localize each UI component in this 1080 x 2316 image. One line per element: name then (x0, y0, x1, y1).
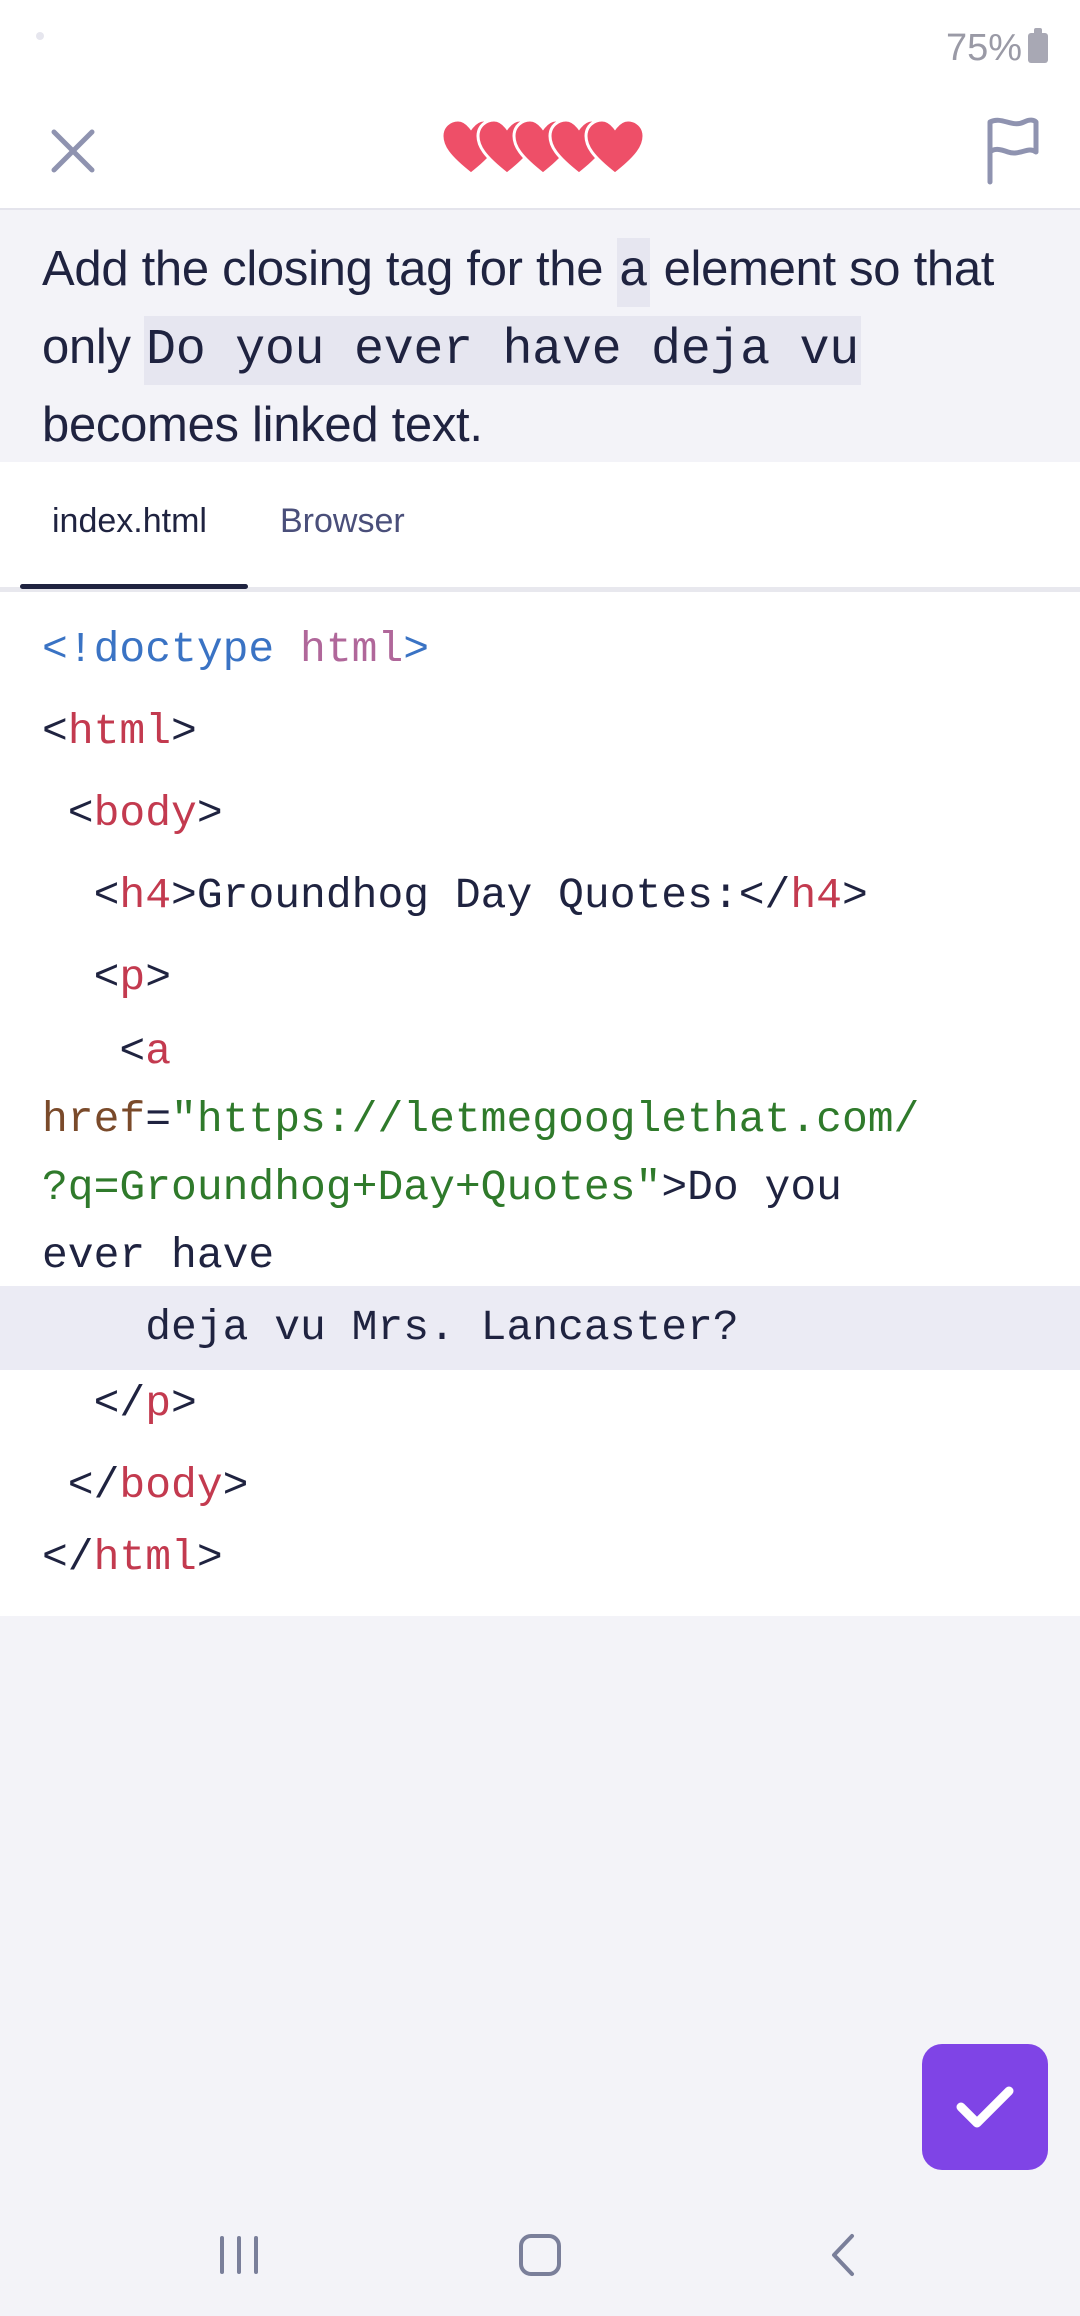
report-flag-button[interactable] (978, 114, 1044, 186)
task-instructions: Add the closing tag for the a element so… (0, 210, 1080, 462)
tab-index-html[interactable]: index.html (20, 502, 239, 592)
recent-apps-button[interactable] (206, 2222, 272, 2288)
bracket-token: < (42, 789, 94, 838)
bracket-token: < (42, 953, 120, 1002)
bracket-token: > (222, 1461, 249, 1510)
tag-token: p (119, 953, 146, 1002)
bracket-token: < (42, 1027, 146, 1076)
inline-code-a: a (616, 238, 651, 307)
code-line: <a (42, 1018, 171, 1086)
file-tabs: index.html Browser (0, 462, 1080, 592)
bracket-token: </ (42, 1379, 146, 1428)
tag-token: body (119, 1461, 223, 1510)
bracket-token: </ (42, 1533, 94, 1582)
bracket-token: > (171, 707, 197, 756)
text-token: ever have (42, 1231, 275, 1280)
status-bar: 75% (0, 0, 1080, 96)
code-line: <html> (42, 698, 197, 766)
text-token: >Groundhog Day Quotes:</ (171, 871, 791, 920)
equals-token: = (145, 1095, 172, 1144)
active-tab-indicator (20, 584, 248, 589)
close-icon (51, 129, 95, 173)
bracket-token: > (841, 871, 868, 920)
check-icon (956, 2086, 1014, 2128)
lesson-header (0, 96, 1080, 210)
check-answer-button[interactable] (922, 2044, 1048, 2170)
code-line: <body> (42, 780, 223, 848)
code-line: <!doctype html> (42, 616, 429, 684)
back-icon (832, 2234, 854, 2276)
string-token: ?q=Groundhog+Day+Quotes" (42, 1163, 662, 1212)
code-line-editable[interactable]: deja vu Mrs. Lancaster? (42, 1294, 739, 1362)
code-line: </html> (42, 1524, 223, 1592)
tab-label: Browser (280, 502, 405, 540)
heart-icon (584, 118, 646, 176)
bracket-token: > (196, 1533, 223, 1582)
battery-percent: 75% (945, 26, 1022, 69)
code-line: ever have (42, 1222, 274, 1290)
code-line: href="https://letmegooglethat.com/ (42, 1086, 919, 1154)
tag-token: h4 (119, 871, 172, 920)
tag-token: p (145, 1379, 172, 1428)
tag-token: body (93, 789, 197, 838)
battery-icon (1028, 28, 1048, 63)
bracket-token: > (145, 953, 172, 1002)
lives-hearts (438, 116, 648, 182)
doctype-token: <!doctype (42, 625, 275, 674)
bracket-token: </ (42, 1461, 120, 1510)
tab-browser[interactable]: Browser (248, 502, 437, 592)
bracket-token: < (42, 871, 120, 920)
inline-code-phrase: Do you ever have deja vu (144, 316, 861, 385)
string-token: "https://letmegooglethat.com/ (171, 1095, 920, 1144)
home-button[interactable] (507, 2222, 573, 2288)
code-editor[interactable]: <!doctype html> <html> <body> <h4>Ground… (0, 592, 1080, 1616)
bracket-token: > (171, 1379, 197, 1428)
close-button[interactable] (40, 118, 106, 184)
tag-token: a (145, 1027, 172, 1076)
code-line: </p> (42, 1370, 197, 1438)
system-nav-bar (0, 2196, 1080, 2316)
recent-apps-icon (220, 2236, 258, 2274)
bracket-token: < (42, 707, 68, 756)
tab-label: index.html (52, 502, 207, 540)
tag-token: html (93, 1533, 197, 1582)
tag-token: html (67, 707, 172, 756)
code-line: <h4>Groundhog Day Quotes:</h4> (42, 862, 868, 930)
doctype-close-token: > (403, 625, 430, 674)
instruction-text: becomes linked text. (42, 398, 483, 452)
attribute-token: href (42, 1095, 146, 1144)
instruction-text: Add the closing tag for the (42, 242, 617, 296)
text-token: >Do you (661, 1163, 842, 1212)
back-button[interactable] (812, 2222, 878, 2288)
code-line: ?q=Groundhog+Day+Quotes">Do you (42, 1154, 842, 1222)
code-line: </body> (42, 1452, 249, 1520)
doctype-html-token: html (274, 625, 404, 674)
notification-dot (36, 32, 44, 40)
code-line: <p> (42, 944, 171, 1012)
battery-indicator: 75% (946, 24, 1048, 72)
flag-icon (987, 117, 1039, 185)
text-token: deja vu Mrs. Lancaster? (42, 1303, 739, 1352)
tag-token: h4 (790, 871, 842, 920)
bracket-token: > (196, 789, 223, 838)
home-icon (519, 2234, 561, 2276)
